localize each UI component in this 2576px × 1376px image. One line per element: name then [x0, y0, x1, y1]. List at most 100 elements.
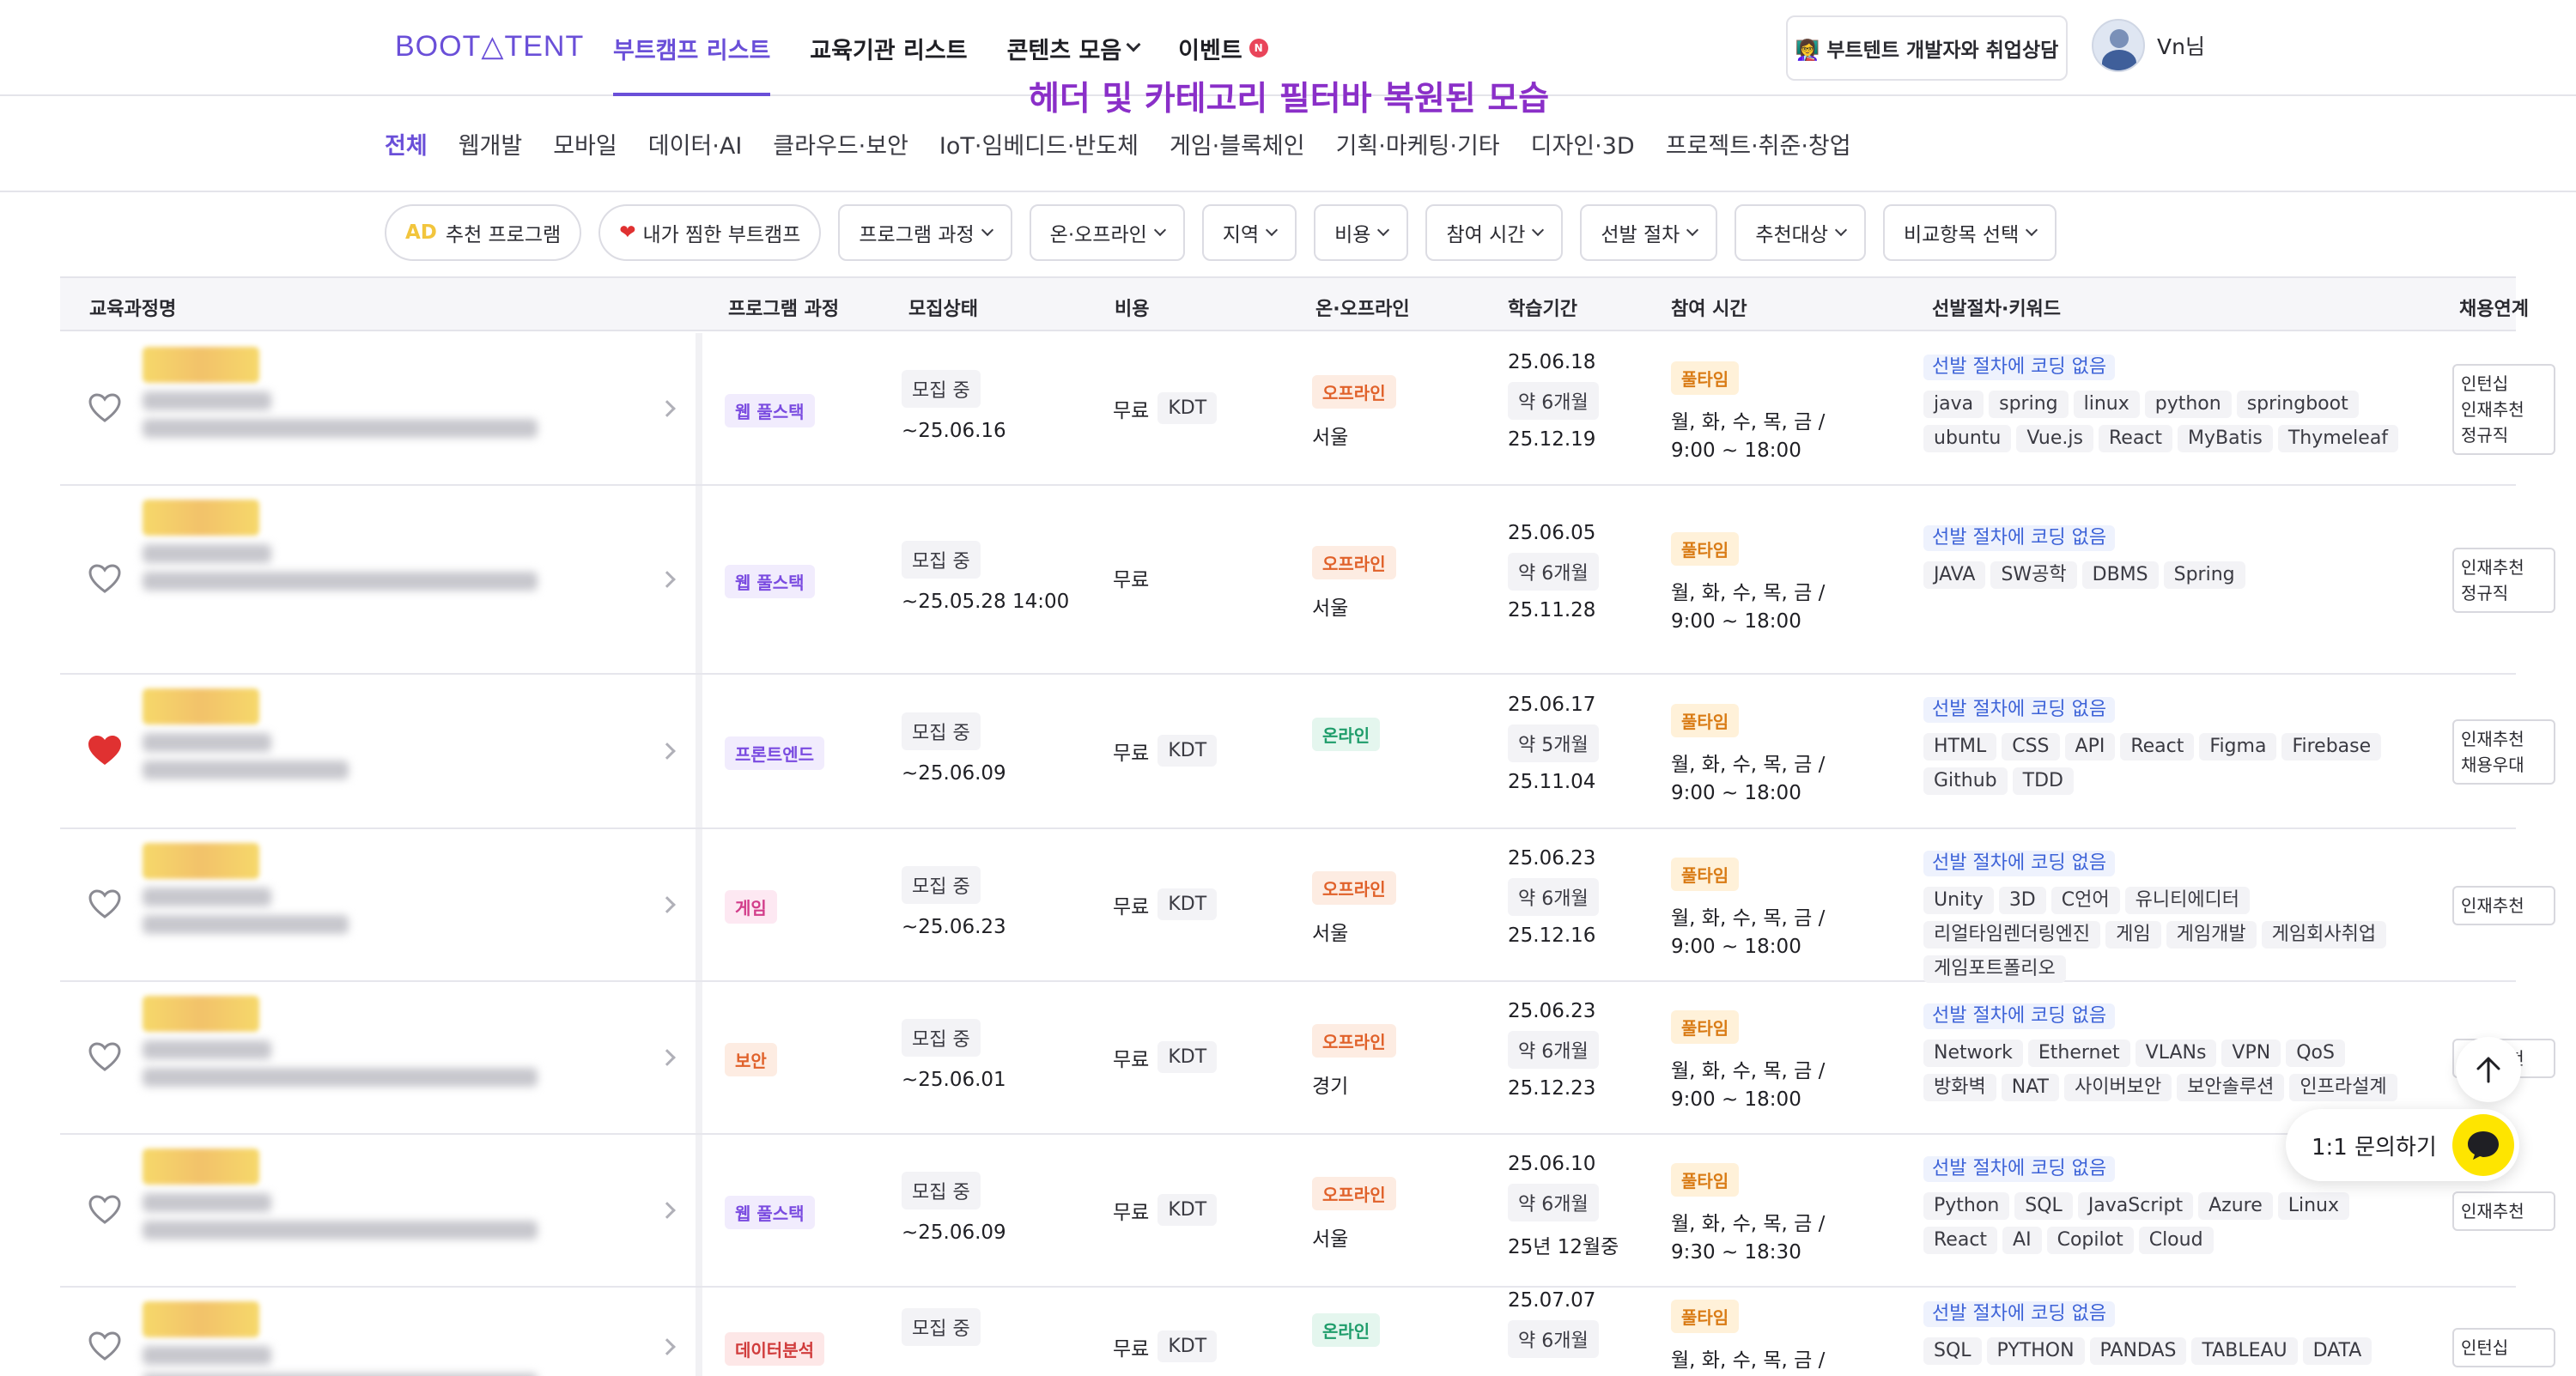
- column-header[interactable]: 참여 시간: [1671, 294, 1747, 321]
- duration-badge: 약 5개월: [1508, 724, 1599, 762]
- filter-label: 비교항목 선택: [1903, 224, 2020, 246]
- favorites-filter[interactable]: ❤ 내가 찜한 부트캠프: [598, 204, 822, 261]
- table-row[interactable]: 데이터분석 모집 중 무료 KDT 온라인 25.07.07 약 6개월 풀타임 월, 화, 수…: [60, 1288, 2555, 1376]
- mode-cell: 오프라인 서울: [1312, 871, 1396, 946]
- program-cell: 웹 풀스택: [725, 394, 815, 427]
- period-cell: 25.06.18 약 6개월 25.12.19: [1508, 351, 1599, 451]
- filter-dropdown[interactable]: 온·오프라인: [1029, 204, 1185, 261]
- period-cell: 25.06.10 약 6개월 25년 12월중: [1508, 1153, 1619, 1259]
- recommend-filter[interactable]: AD 추천 프로그램: [385, 204, 582, 261]
- filter-dropdown[interactable]: 참여 시간: [1425, 204, 1564, 261]
- cost-cell: 무료 KDT: [1113, 1194, 1222, 1226]
- category-tab[interactable]: 데이터·AI: [648, 127, 743, 161]
- hours-text: 9:30 ~ 18:30: [1671, 1241, 1801, 1264]
- chevron-right-icon[interactable]: [659, 1049, 676, 1066]
- nav-institution-list[interactable]: 교육기관 리스트: [810, 0, 967, 96]
- time-cell: 풀타임 월, 화, 수, 목, 금 / 9:00 ~ 18:00: [1671, 1010, 1825, 1111]
- course-title-blur: [143, 347, 259, 383]
- consult-button[interactable]: 👩‍🏫 부트텐트 개발자와 취업상담: [1786, 15, 2068, 81]
- chevron-right-icon[interactable]: [659, 896, 676, 913]
- cost-cell: 무료 KDT: [1113, 1041, 1222, 1073]
- category-tab[interactable]: 전체: [385, 127, 428, 161]
- heart-outline-icon[interactable]: [86, 561, 124, 596]
- filter-dropdown[interactable]: 비용: [1314, 204, 1409, 261]
- employment-item: 채용우대: [2461, 755, 2524, 775]
- course-name-blurred[interactable]: [143, 996, 538, 1087]
- table-row[interactable]: 웹 풀스택 모집 중 ~25.05.28 14:00 무료 오프라인 서울 25.06.05…: [60, 486, 2555, 675]
- cost-cell: 무료 KDT: [1113, 888, 1222, 920]
- start-date: 25.07.07: [1508, 1289, 1596, 1312]
- start-date: 25.06.10: [1508, 1153, 1596, 1175]
- cost-cell: 무료 KDT: [1113, 735, 1222, 767]
- filter-dropdown[interactable]: 비교항목 선택: [1882, 204, 2057, 261]
- column-header[interactable]: 비용: [1115, 294, 1149, 321]
- filter-dropdown[interactable]: 선발 절차: [1580, 204, 1718, 261]
- column-header[interactable]: 프로그램 과정: [728, 294, 839, 321]
- column-separator: [696, 675, 702, 827]
- filter-dropdown[interactable]: 지역: [1201, 204, 1297, 261]
- course-name-blurred[interactable]: [143, 688, 349, 779]
- filter-dropdown[interactable]: 프로그램 과정: [838, 204, 1012, 261]
- column-header[interactable]: 학습기간: [1508, 294, 1577, 321]
- column-separator: [696, 1288, 702, 1376]
- column-header[interactable]: 선발절차·키워드: [1932, 294, 2061, 321]
- course-name-blurred[interactable]: [143, 500, 538, 591]
- hours-text: 9:00 ~ 18:00: [1671, 782, 1801, 804]
- heart-outline-icon[interactable]: [86, 1040, 124, 1074]
- course-title-blur: [143, 1149, 259, 1185]
- keyword-chip: 게임포트폴리오: [1923, 955, 2066, 983]
- course-name-blurred[interactable]: [143, 347, 538, 438]
- course-name-blurred[interactable]: [143, 843, 349, 934]
- chevron-right-icon[interactable]: [659, 1202, 676, 1219]
- keyword-chip: 3D: [1998, 887, 2046, 914]
- heart-outline-icon[interactable]: [86, 1329, 124, 1363]
- column-header[interactable]: 온·오프라인: [1315, 294, 1410, 321]
- days-text: 월, 화, 수, 목, 금 /: [1671, 754, 1826, 776]
- avatar[interactable]: [2092, 19, 2145, 72]
- keyword-chip: Firebase: [2281, 733, 2382, 761]
- keyword-chip: Cloud: [2138, 1227, 2214, 1254]
- course-name-blurred[interactable]: [143, 1301, 538, 1376]
- category-tab[interactable]: 클라우드·보안: [773, 127, 908, 161]
- keyword-chip: python: [2144, 391, 2232, 418]
- heart-outline-icon[interactable]: [86, 391, 124, 425]
- employment-item: 정규직: [2461, 583, 2509, 603]
- heart-outline-icon[interactable]: [86, 1192, 124, 1227]
- keyword-chip: 유니티에디터: [2124, 887, 2251, 914]
- heart-filled-icon[interactable]: [86, 733, 124, 767]
- keywords-cell: 선발 절차에 코딩 없음 Unity 3D C언어 유니티에디터리얼타임렌더링엔진 게임 게…: [1923, 851, 2404, 990]
- course-subtitle-blur: [143, 733, 271, 752]
- course-name-blurred[interactable]: [143, 1149, 538, 1240]
- category-tab[interactable]: 디자인·3D: [1531, 127, 1635, 161]
- logo[interactable]: BOOT△TENT: [395, 29, 584, 64]
- category-tab[interactable]: 모바일: [553, 127, 617, 161]
- heart-outline-icon[interactable]: [86, 887, 124, 921]
- chevron-right-icon[interactable]: [659, 1338, 676, 1355]
- chevron-right-icon[interactable]: [659, 400, 676, 417]
- mode-cell: 오프라인 서울: [1312, 1177, 1396, 1252]
- column-header[interactable]: 교육과정명: [89, 294, 176, 321]
- chevron-right-icon[interactable]: [659, 743, 676, 760]
- period-cell: 25.06.05 약 6개월 25.11.28: [1508, 522, 1599, 621]
- keyword-chip: SQL: [2014, 1192, 2073, 1220]
- table-row[interactable]: 웹 풀스택 모집 중 ~25.06.16 무료 KDT 오프라인 서울 25.06.18 약 6…: [60, 333, 2555, 486]
- table-row[interactable]: 프론트엔드 모집 중 ~25.06.09 무료 KDT 온라인 25.06.17 약 5개월 2…: [60, 675, 2555, 829]
- nav-bootcamp-list[interactable]: 부트캠프 리스트: [613, 0, 771, 96]
- user-menu[interactable]: Vn님: [2092, 19, 2205, 72]
- table-row[interactable]: 웹 풀스택 모집 중 ~25.06.09 무료 KDT 오프라인 서울 25.06.10 약 6…: [60, 1135, 2555, 1288]
- filter-dropdown[interactable]: 추천대상: [1735, 204, 1866, 261]
- column-header[interactable]: 모집상태: [908, 294, 978, 321]
- keyword-chip: React: [2120, 733, 2195, 761]
- category-tab[interactable]: 프로젝트·취준·창업: [1666, 127, 1851, 161]
- category-tab[interactable]: IoT·임베디드·반도체: [939, 127, 1139, 161]
- category-tab[interactable]: 기획·마케팅·기타: [1336, 127, 1500, 161]
- category-tab[interactable]: 웹개발: [459, 127, 523, 161]
- inquiry-button[interactable]: 1:1 문의하기: [2286, 1109, 2519, 1181]
- table-row[interactable]: 보안 모집 중 ~25.06.01 무료 KDT 오프라인 경기 25.06.23 약 6개월 2…: [60, 982, 2555, 1135]
- category-tab[interactable]: 게임·블록체인: [1170, 127, 1305, 161]
- scroll-top-button[interactable]: [2456, 1037, 2521, 1102]
- chevron-right-icon[interactable]: [659, 571, 676, 588]
- column-header[interactable]: 채용연계: [2459, 294, 2529, 321]
- chevron-down-icon: [1377, 223, 1390, 237]
- table-row[interactable]: 게임 모집 중 ~25.06.23 무료 KDT 오프라인 서울 25.06.23 약 6개월 2…: [60, 829, 2555, 983]
